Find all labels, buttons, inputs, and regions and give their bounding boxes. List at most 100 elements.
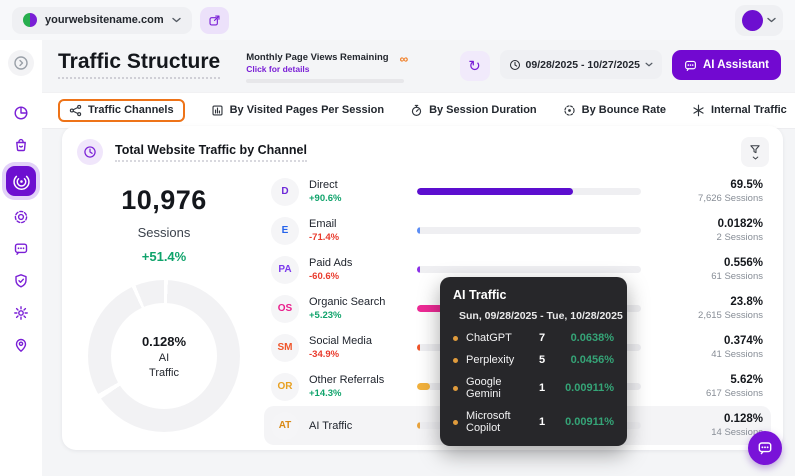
channel-bar-track: [417, 266, 641, 273]
user-menu[interactable]: [735, 5, 783, 36]
infinity-badge: ∞: [400, 52, 409, 66]
channel-bar-fill: [417, 344, 420, 351]
clock-icon: [509, 59, 521, 71]
tooltip-row: Google Gemini 1 0.00911%: [453, 376, 614, 400]
ai-assistant-button[interactable]: AI Assistant: [672, 50, 781, 80]
collapse-arrow-icon: [13, 55, 29, 71]
total-sessions-value: 10,976: [68, 185, 260, 216]
channel-name: Organic Search: [309, 296, 411, 308]
pie-chart-icon: [13, 105, 29, 121]
totals-panel: 10,976 Sessions +51.4% 0.128% AI Traffic: [68, 169, 260, 445]
orders-bag-icon: [13, 137, 29, 153]
filter-funnel-icon: [749, 144, 761, 155]
chat-icon: [13, 241, 29, 257]
chevron-down-icon: [172, 17, 181, 23]
channel-bar-fill: [417, 188, 573, 195]
channel-bar-track: [417, 227, 641, 234]
channel-sessions: 7,626 Sessions: [657, 193, 763, 204]
donut-center-label: 0.128% AI Traffic: [88, 280, 240, 432]
pageviews-progress-bar: [246, 79, 404, 83]
ai-assistant-label: AI Assistant: [703, 59, 769, 71]
location-person-icon: [13, 337, 29, 353]
filter-button[interactable]: [741, 137, 769, 167]
channel-donut-chart[interactable]: 0.128% AI Traffic: [88, 280, 240, 432]
channel-percent: 0.556%: [657, 257, 763, 269]
channel-row[interactable]: E Email -71.4% 0.0182% 2 Sessions: [264, 211, 771, 250]
sidebar-item-traffic[interactable]: [6, 166, 36, 196]
channel-percent: 5.62%: [657, 374, 763, 386]
total-sessions-change: +51.4%: [68, 249, 260, 264]
sidebar-item-orders[interactable]: [6, 130, 36, 160]
sidebar-item-security[interactable]: [6, 266, 36, 296]
refresh-icon: ↻: [468, 57, 481, 75]
tooltip-row: Perplexity 5 0.0456%: [453, 354, 614, 366]
channel-sessions: 617 Sessions: [657, 388, 763, 399]
channel-sessions: 41 Sessions: [657, 349, 763, 360]
card-title: Total Website Traffic by Channel: [115, 143, 307, 162]
channel-name: Social Media: [309, 335, 411, 347]
bullet-icon: [453, 358, 458, 363]
shield-check-icon: [13, 273, 29, 289]
channel-percent: 69.5%: [657, 179, 763, 191]
date-range-picker[interactable]: 09/28/2025 - 10/27/2025: [500, 50, 662, 79]
chevron-down-icon: [752, 156, 759, 160]
pageviews-details-link[interactable]: Click for details: [246, 64, 404, 74]
site-favicon: [23, 13, 37, 27]
traffic-radar-icon: [13, 173, 30, 190]
date-range-value: 09/28/2025 - 10/27/2025: [526, 59, 640, 71]
support-chat-button[interactable]: [748, 431, 782, 465]
pageviews-remaining: Monthly Page Views Remaining Click for d…: [246, 50, 404, 83]
channel-bar-fill: [417, 383, 430, 390]
tooltip-row: Microsoft Copilot 1 0.00911%: [453, 410, 614, 434]
sidebar-item-visitors[interactable]: [6, 330, 36, 360]
page-title: Traffic Structure: [58, 50, 220, 79]
tab-internal-traffic[interactable]: Internal Traffic: [692, 104, 787, 117]
bullet-icon: [453, 420, 458, 425]
tab-bounce-rate[interactable]: By Bounce Rate: [563, 104, 666, 117]
tooltip-row: ChatGPT 7 0.0638%: [453, 332, 614, 344]
tab-traffic-channels[interactable]: Traffic Channels: [58, 99, 185, 122]
total-sessions-label: Sessions: [68, 225, 260, 240]
sidebar-collapse-button[interactable]: [8, 50, 34, 76]
domain-name: yourwebsitename.com: [45, 14, 164, 26]
tabstrip: Traffic Channels By Visited Pages Per Se…: [42, 92, 795, 129]
open-website-button[interactable]: [200, 7, 229, 34]
bounce-rate-icon: [563, 104, 576, 117]
channel-sessions: 14 Sessions: [657, 427, 763, 438]
traffic-channels-icon: [69, 104, 82, 117]
domain-selector[interactable]: yourwebsitename.com: [12, 7, 192, 34]
sidebar-item-messages[interactable]: [6, 234, 36, 264]
channel-name: Other Referrals: [309, 374, 411, 386]
channel-row[interactable]: D Direct +90.6% 69.5% 7,626 Sessions: [264, 172, 771, 211]
channel-sessions: 61 Sessions: [657, 271, 763, 282]
channel-name: Direct: [309, 179, 411, 191]
target-icon: [13, 209, 29, 225]
visited-pages-icon: [211, 104, 224, 117]
channel-avatar: D: [271, 178, 299, 206]
channel-bar-track: [417, 188, 641, 195]
channel-change: -34.9%: [309, 349, 411, 360]
sidebar-item-settings[interactable]: [6, 298, 36, 328]
channel-percent: 23.8%: [657, 296, 763, 308]
chat-bubble-icon: [684, 59, 697, 72]
ai-traffic-tooltip: AI Traffic Sun, 09/28/2025 - Tue, 10/28/…: [440, 277, 627, 446]
channel-avatar: OR: [271, 373, 299, 401]
sidebar-item-goals[interactable]: [6, 202, 36, 232]
channel-avatar: OS: [271, 295, 299, 323]
channel-sessions: 2 Sessions: [657, 232, 763, 243]
topbar: yourwebsitename.com: [0, 0, 795, 40]
main-area: Traffic Structure Monthly Page Views Rem…: [42, 40, 795, 476]
refresh-button[interactable]: ↻: [460, 51, 490, 81]
sidebar-item-analytics[interactable]: [6, 98, 36, 128]
tab-visited-pages[interactable]: By Visited Pages Per Session: [211, 104, 384, 117]
channel-change: -60.6%: [309, 271, 411, 282]
channel-bar-fill: [417, 227, 420, 234]
avatar: [742, 10, 763, 31]
bullet-icon: [453, 336, 458, 341]
chevron-down-icon: [645, 62, 653, 67]
tab-session-duration[interactable]: By Session Duration: [410, 104, 537, 117]
channel-change: +14.3%: [309, 388, 411, 399]
channel-bar-fill: [417, 422, 420, 429]
channel-avatar: SM: [271, 334, 299, 362]
channel-avatar: AT: [271, 412, 299, 440]
